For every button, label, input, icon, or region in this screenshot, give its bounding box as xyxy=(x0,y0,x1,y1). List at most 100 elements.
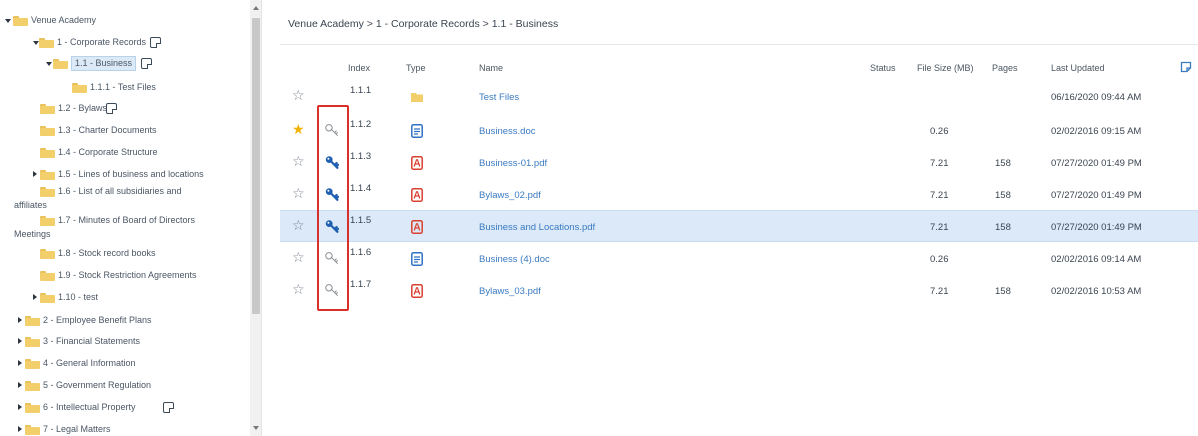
tree-item[interactable]: 2 - Employee Benefit Plans xyxy=(0,315,248,329)
folder-icon xyxy=(40,249,55,259)
star-outline-icon[interactable]: ☆ xyxy=(292,250,305,264)
file-name-link[interactable]: Bylaws_03.pdf xyxy=(479,286,541,297)
caret-right-icon[interactable] xyxy=(18,338,22,344)
folder-icon xyxy=(25,337,40,347)
file-name-link[interactable]: Business.doc xyxy=(479,126,536,137)
scrollbar-thumb[interactable] xyxy=(252,18,260,314)
tree-item[interactable]: Venue Academy xyxy=(0,15,248,29)
file-name-link[interactable]: Bylaws_02.pdf xyxy=(479,190,541,201)
file-name-link[interactable]: Test Files xyxy=(479,92,519,103)
tree-item-label[interactable]: 1.1.1 - Test Files xyxy=(90,82,156,93)
tree-item-label[interactable]: 2 - Employee Benefit Plans xyxy=(43,315,152,326)
page-count: 158 xyxy=(995,286,1011,297)
column-header-last-updated[interactable]: Last Updated xyxy=(1051,63,1105,73)
word-doc-icon xyxy=(411,252,423,266)
caret-right-icon[interactable] xyxy=(33,294,37,300)
tree-item[interactable]: 1 - Corporate Records xyxy=(0,37,248,51)
tree-item-label[interactable]: 1.10 - test xyxy=(58,292,98,303)
table-row[interactable]: ★ 1.1.2 Business.doc 0.26 02/02/2016 09:15 A… xyxy=(280,115,1198,147)
star-outline-icon[interactable]: ☆ xyxy=(292,282,305,296)
pdf-file-icon xyxy=(411,156,423,170)
row-index: 1.1.6 xyxy=(350,247,372,258)
tree-item-label[interactable]: 1 - Corporate Records xyxy=(57,37,146,48)
page-count: 158 xyxy=(995,158,1011,169)
table-row[interactable]: ☆ 1.1.7 Bylaws_03.pdf 7.21 158 02/02/2016 10:… xyxy=(280,275,1198,307)
last-updated: 07/27/2020 01:49 PM xyxy=(1051,222,1142,233)
tree-item-label[interactable]: 1.7 - Minutes of Board of Directors xyxy=(58,215,195,226)
tree-item[interactable]: 1.9 - Stock Restriction Agreements xyxy=(0,270,248,284)
caret-right-icon[interactable] xyxy=(18,382,22,388)
scroll-down-arrow-icon[interactable] xyxy=(253,426,259,430)
document-icon[interactable] xyxy=(106,103,117,114)
column-header-file-size[interactable]: File Size (MB) xyxy=(917,63,974,73)
column-header-pages[interactable]: Pages xyxy=(992,63,1018,73)
tree-item[interactable]: 1.10 - test xyxy=(0,292,248,306)
file-name-link[interactable]: Business (4).doc xyxy=(479,254,550,265)
last-updated: 07/27/2020 01:49 PM xyxy=(1051,158,1142,169)
folder-icon xyxy=(25,425,40,435)
tree-item-label[interactable]: Venue Academy xyxy=(31,15,96,26)
column-settings-icon[interactable] xyxy=(1180,61,1192,73)
caret-right-icon[interactable] xyxy=(18,360,22,366)
tree-item[interactable]: 7 - Legal Matters xyxy=(0,424,248,436)
folder-icon xyxy=(25,403,40,413)
tree-item-label[interactable]: 6 - Intellectual Property xyxy=(43,402,136,413)
caret-right-icon[interactable] xyxy=(18,317,22,323)
tree-item[interactable]: 1.1.1 - Test Files xyxy=(0,82,248,96)
tree-item[interactable]: 1.4 - Corporate Structure xyxy=(0,147,248,161)
document-icon[interactable] xyxy=(150,37,161,48)
file-name-link[interactable]: Business-01.pdf xyxy=(479,158,547,169)
tree-item-label[interactable]: 1.9 - Stock Restriction Agreements xyxy=(58,270,197,281)
tree-item-label[interactable]: 3 - Financial Statements xyxy=(43,336,140,347)
tree-item[interactable]: 1.8 - Stock record books xyxy=(0,248,248,262)
tree-item[interactable]: 5 - Government Regulation xyxy=(0,380,248,394)
caret-right-icon[interactable] xyxy=(33,171,37,177)
document-icon[interactable] xyxy=(163,402,174,413)
tree-item[interactable]: 4 - General Information xyxy=(0,358,248,372)
tree-item[interactable]: 1.2 - Bylaws xyxy=(0,103,248,117)
tree-item-label[interactable]: 1.4 - Corporate Structure xyxy=(58,147,158,158)
tree-item[interactable]: 1.5 - Lines of business and locations xyxy=(0,169,248,183)
star-outline-icon[interactable]: ☆ xyxy=(292,186,305,200)
folder-icon xyxy=(40,293,55,303)
star-outline-icon[interactable]: ☆ xyxy=(292,218,305,232)
tree-item-label-continued[interactable]: affiliates xyxy=(14,200,47,211)
column-header-name[interactable]: Name xyxy=(479,63,503,73)
tree-item-label[interactable]: 1.8 - Stock record books xyxy=(58,248,156,259)
table-row[interactable]: ☆ 1.1.3 Business-01.pdf 7.21 158 07/27/2020 0… xyxy=(280,147,1198,179)
tree-item-label[interactable]: 1.2 - Bylaws xyxy=(58,103,107,114)
tree-item[interactable]: 1.1 - Business xyxy=(0,56,248,72)
tree-item-label[interactable]: 1.1 - Business xyxy=(71,56,137,71)
star-outline-icon[interactable]: ☆ xyxy=(292,88,305,102)
star-outline-icon[interactable]: ☆ xyxy=(292,154,305,168)
star-filled-icon[interactable]: ★ xyxy=(292,122,305,136)
tree-item[interactable]: 1.6 - List of all subsidiaries and affili… xyxy=(0,186,248,212)
tree-item-label[interactable]: 5 - Government Regulation xyxy=(43,380,151,391)
tree-item-label[interactable]: 7 - Legal Matters xyxy=(43,424,111,435)
table-row[interactable]: ☆ 1.1.5 Business and Locations.pdf 7.21 158 0… xyxy=(280,210,1198,242)
tree-item-label[interactable]: 4 - General Information xyxy=(43,358,136,369)
column-header-type[interactable]: Type xyxy=(406,63,426,73)
caret-right-icon[interactable] xyxy=(18,426,22,432)
table-row[interactable]: ☆ 1.1.6 Business (4).doc 0.26 02/02/2016 09:… xyxy=(280,243,1198,275)
scroll-up-arrow-icon[interactable] xyxy=(253,6,259,10)
tree-scrollbar[interactable] xyxy=(250,0,261,436)
caret-down-icon[interactable] xyxy=(46,62,52,66)
tree-item-label[interactable]: 1.3 - Charter Documents xyxy=(58,125,157,136)
tree-item[interactable]: 1.7 - Minutes of Board of Directors Meeti… xyxy=(0,215,248,241)
caret-down-icon[interactable] xyxy=(5,19,11,23)
column-header-status[interactable]: Status xyxy=(870,63,896,73)
tree-item[interactable]: 6 - Intellectual Property xyxy=(0,402,248,416)
table-row[interactable]: ☆ 1.1.1 Test Files 06/16/2020 09:44 AM xyxy=(280,81,1198,113)
tree-item-label-continued[interactable]: Meetings xyxy=(14,229,51,240)
column-header-index[interactable]: Index xyxy=(348,63,370,73)
tree-item[interactable]: 3 - Financial Statements xyxy=(0,336,248,350)
table-row[interactable]: ☆ 1.1.4 Bylaws_02.pdf 7.21 158 07/27/2020 01:… xyxy=(280,179,1198,211)
document-icon[interactable] xyxy=(141,58,152,69)
file-name-link[interactable]: Business and Locations.pdf xyxy=(479,222,595,233)
tree-item[interactable]: 1.3 - Charter Documents xyxy=(0,125,248,139)
tree-item-label[interactable]: 1.6 - List of all subsidiaries and xyxy=(58,186,182,197)
folder-icon xyxy=(25,381,40,391)
tree-item-label[interactable]: 1.5 - Lines of business and locations xyxy=(58,169,204,180)
caret-right-icon[interactable] xyxy=(18,404,22,410)
